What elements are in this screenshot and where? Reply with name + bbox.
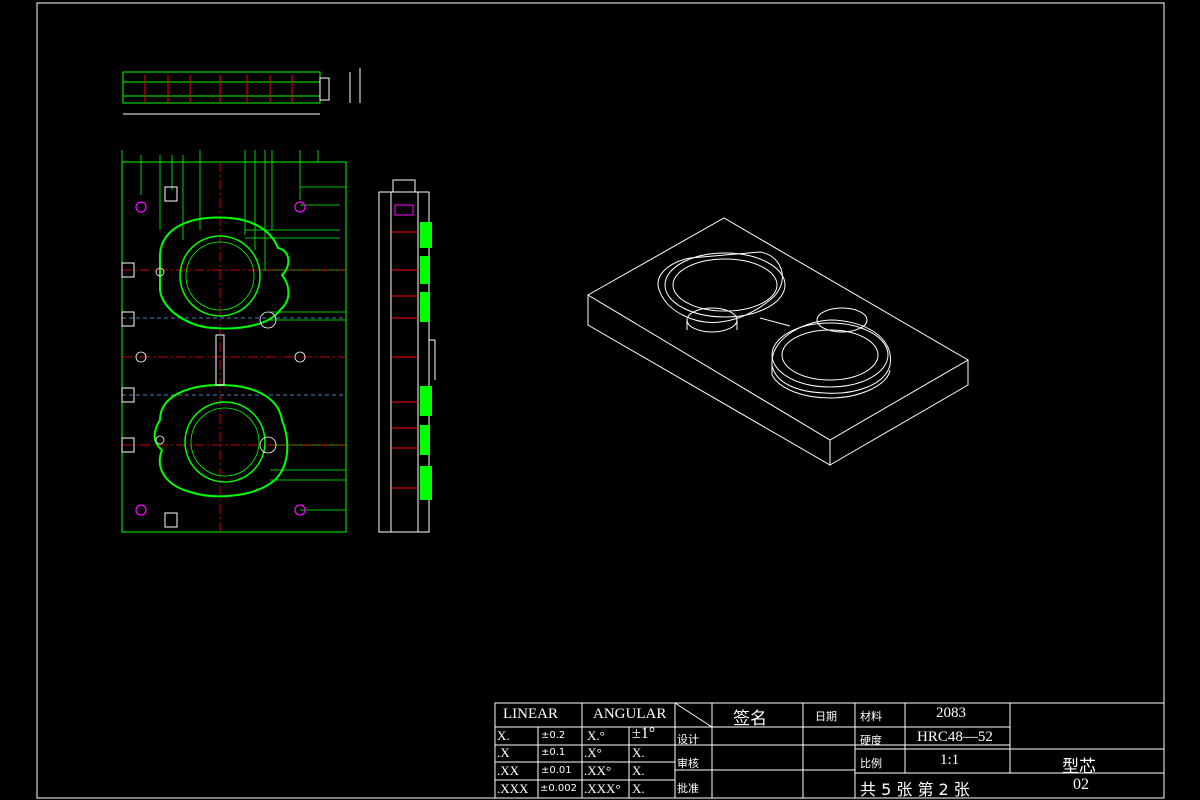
tol-row-2-lin: .X (497, 745, 510, 760)
tol-row-3-lin: .XX (497, 763, 520, 778)
material-value: 2083 (936, 705, 966, 721)
tol-row-1-lintol: ±0.2 (541, 730, 566, 741)
role-review: 审核 (677, 757, 699, 770)
tol-row-2-angtol: X. (632, 745, 645, 760)
role-approve: 批准 (677, 782, 699, 795)
tol-row-3-lintol: ±0.01 (541, 765, 572, 776)
plan-view (121, 150, 347, 533)
tol-row-3-ang: .XX° (584, 763, 612, 778)
tol-row-1-angtol: ±1° (632, 725, 656, 742)
tol-row-2-ang: .X° (584, 745, 602, 760)
hardness-value: HRC48—52 (917, 729, 993, 745)
isometric-view (587, 217, 969, 466)
date-header: 日期 (815, 710, 837, 723)
tol-row-4-lin: .XXX (497, 781, 529, 796)
top-view (122, 68, 361, 115)
material-label: 材料 (860, 710, 882, 723)
scale-value: 1:1 (940, 752, 960, 768)
tol-row-1-lin: X. (497, 728, 510, 743)
tol-row-4-lintol: ±0.002 (540, 783, 578, 794)
sheet-count: 共 5 张 第 2 张 (860, 780, 970, 799)
tol-row-4-angtol: X. (632, 781, 645, 796)
role-design: 设计 (677, 733, 699, 746)
scale-label: 比例 (860, 757, 882, 770)
angular-header: ANGULAR (593, 706, 667, 722)
tol-row-4-ang: .XXX° (584, 781, 621, 796)
linear-header: LINEAR (503, 706, 558, 722)
tol-row-3-angtol: X. (632, 763, 645, 778)
hardness-label: 硬度 (860, 734, 882, 747)
part-name: 型芯 (1062, 757, 1096, 777)
cad-drawing-canvas (36, 2, 1165, 799)
tol-row-2-lintol: ±0.1 (541, 747, 566, 758)
drawing-number: 02 (1073, 776, 1089, 793)
side-view (378, 179, 436, 533)
tol-row-1-ang: X.° (587, 728, 605, 743)
signature-header: 签名 (733, 709, 767, 729)
drawing-frame (36, 2, 1165, 799)
